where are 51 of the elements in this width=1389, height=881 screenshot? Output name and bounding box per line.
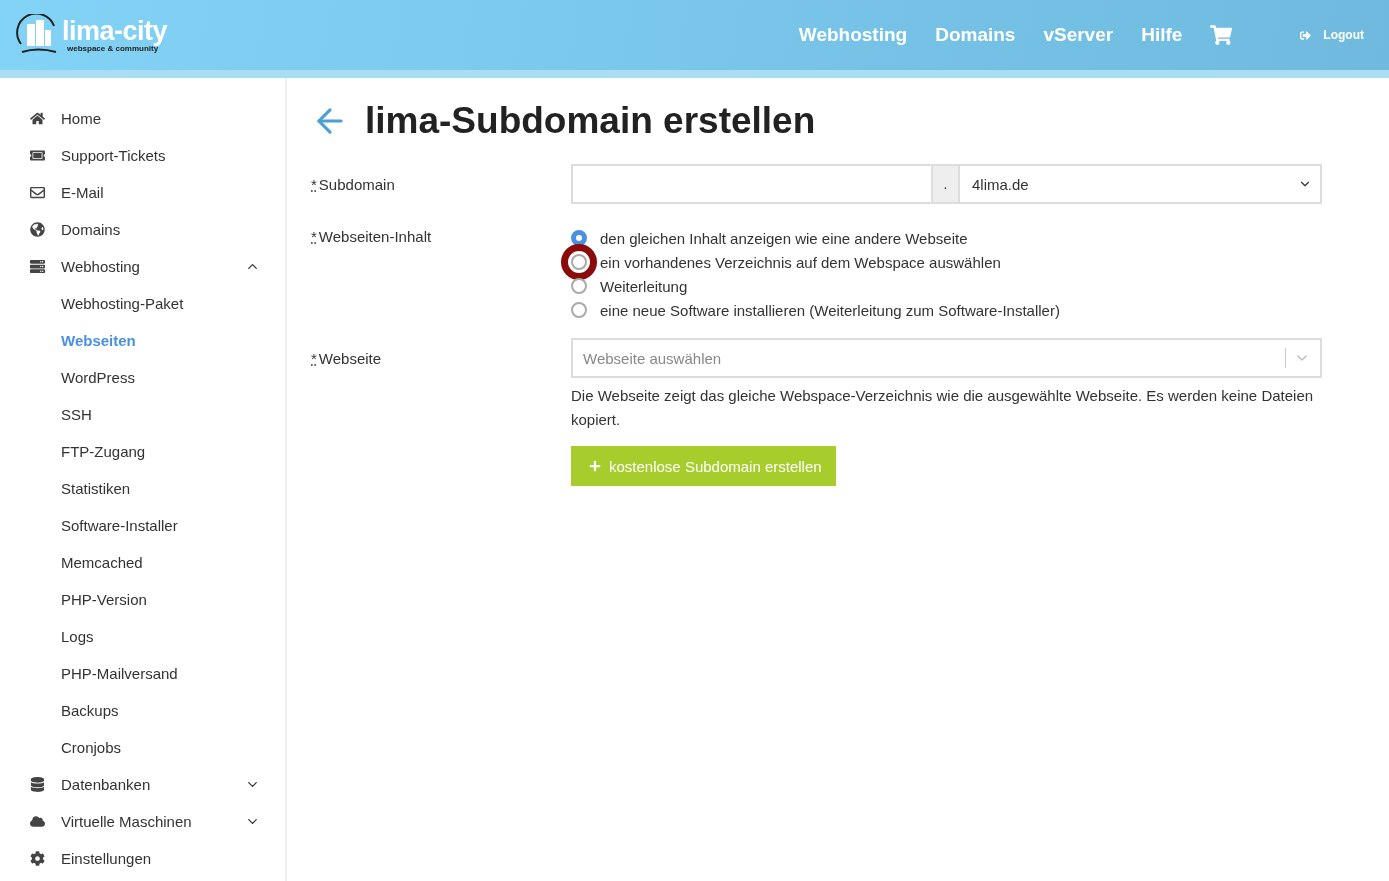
subdomain-input[interactable] xyxy=(571,164,931,204)
sidebar-subitem[interactable]: FTP-Zugang xyxy=(30,433,285,470)
sidebar-subitem[interactable]: PHP-Mailversand xyxy=(30,655,285,692)
field-label: *Webseiten-Inhalt xyxy=(311,227,433,247)
sidebar-item[interactable]: Virtuelle Maschinen xyxy=(30,803,260,840)
radio-label[interactable]: eine neue Software installieren (Weiterleitung zum Software-Installer) xyxy=(600,301,1060,319)
server-icon xyxy=(30,259,45,274)
sidebar-subitem[interactable]: WordPress xyxy=(30,359,285,396)
cloud-icon xyxy=(30,814,45,829)
sidebar-item[interactable]: E-Mail xyxy=(30,174,260,211)
domain-select[interactable]: 4lima.de xyxy=(960,164,1322,204)
database-icon xyxy=(30,777,45,792)
sidebar-subitem[interactable]: Statistiken xyxy=(30,470,285,507)
radio-button[interactable] xyxy=(571,302,587,318)
sidebar-item[interactable]: Home xyxy=(30,100,260,137)
help-text: Die Webseite zeigt das gleiche Webspace-Verzeichnis wie die ausgewählte Webseite. Es werden keine Dateien kopiert. xyxy=(571,386,1315,430)
field-label: *Webseite xyxy=(311,349,383,369)
website-select[interactable]: Webseite auswählen xyxy=(571,338,1322,378)
radio-label[interactable]: ein vorhandenes Verzeichnis auf dem Webspace auswählen xyxy=(600,253,1001,271)
sidebar-item[interactable]: Datenbanken xyxy=(30,766,260,803)
required-mark: * xyxy=(311,228,317,245)
page-title: lima-Subdomain erstellen xyxy=(365,100,816,142)
sidebar-subitem[interactable]: Memcached xyxy=(30,544,285,581)
sidebar-subitem[interactable]: Software-Installer xyxy=(30,507,285,544)
plus-icon xyxy=(589,460,601,472)
ticket-icon xyxy=(30,148,45,163)
sidebar-subitem[interactable]: SSH xyxy=(30,396,285,433)
radio-button[interactable] xyxy=(571,278,587,294)
sidebar-subitem[interactable]: Cronjobs xyxy=(30,729,285,766)
radio-button[interactable] xyxy=(571,230,587,246)
required-mark: * xyxy=(311,176,317,193)
separator-addon: . xyxy=(931,164,960,204)
envelope-icon xyxy=(30,185,45,200)
sidebar-subitem[interactable]: Webhosting-Paket xyxy=(30,285,285,322)
sidebar-subitem[interactable]: Logs xyxy=(30,618,285,655)
radio-button[interactable] xyxy=(571,254,587,270)
globe-icon xyxy=(30,222,45,237)
cart-icon[interactable] xyxy=(1210,24,1233,46)
logout-icon xyxy=(1300,29,1312,41)
field-label: *Subdomain xyxy=(311,175,396,195)
sidebar-subitem[interactable]: PHP-Version xyxy=(30,581,285,618)
home-icon xyxy=(30,111,45,126)
required-mark: * xyxy=(311,350,317,367)
sidebar-subitem[interactable]: Backups xyxy=(30,692,285,729)
radio-label[interactable]: Weiterleitung xyxy=(600,277,688,295)
sidebar-item[interactable]: Domains xyxy=(30,211,260,248)
sidebar-item[interactable]: Support-Tickets xyxy=(30,137,260,174)
sidebar-item[interactable]: Webhosting xyxy=(30,248,260,285)
radio-label[interactable]: den gleichen Inhalt anzeigen wie eine andere Webseite xyxy=(600,229,968,247)
settings-icon xyxy=(30,851,45,866)
sidebar-item[interactable]: Einstellungen xyxy=(30,840,260,877)
